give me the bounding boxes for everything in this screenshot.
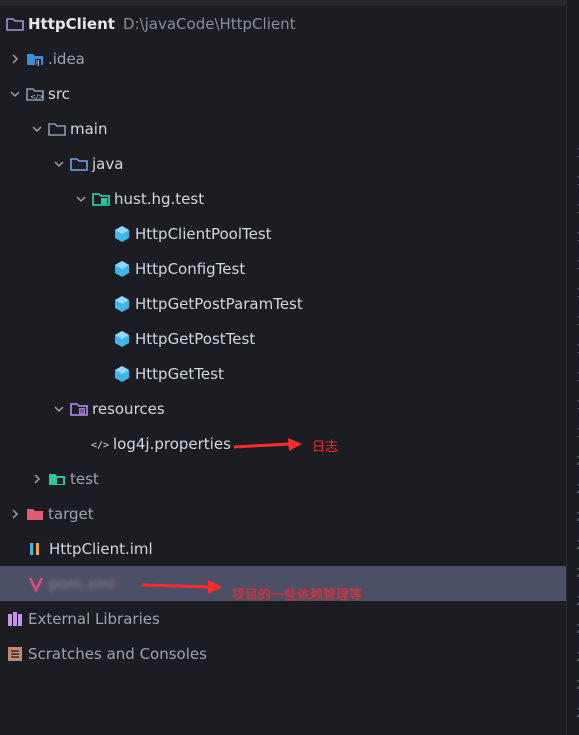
svg-text:</>: </> (30, 93, 44, 101)
chevron-down-icon[interactable] (30, 119, 44, 139)
tree-item-class[interactable]: HttpGetPostParamTest (0, 286, 566, 321)
annotation-label: 项目的一些依赖管理等 (232, 588, 363, 603)
annotation-label: 日志 (312, 440, 339, 455)
tree-label: pom.xml (49, 574, 115, 593)
tree-label: HttpConfigTest (135, 259, 246, 278)
tree-item-target[interactable]: target (0, 496, 566, 531)
iml-file-icon (27, 540, 45, 558)
tree-label: java (92, 154, 124, 173)
tree-label: External Libraries (28, 609, 160, 628)
chevron-right-icon[interactable] (8, 504, 22, 524)
annotation-arrow (233, 438, 302, 451)
tree-label: HttpClient.iml (49, 539, 153, 558)
project-folder-icon (6, 15, 24, 33)
tree-item-scratches[interactable]: Scratches and Consoles (0, 636, 566, 671)
tree-item-src[interactable]: </> src (0, 76, 566, 111)
folder-icon (48, 120, 66, 138)
tree-label: main (70, 119, 108, 138)
chevron-down-icon[interactable] (74, 189, 88, 209)
java-class-icon (113, 330, 131, 348)
svg-text:IJ: IJ (36, 59, 40, 66)
chevron-down-icon[interactable] (8, 84, 22, 104)
tree-label: log4j.properties (113, 434, 231, 453)
svg-text:</>: </> (91, 440, 109, 451)
tree-label: HttpGetTest (135, 364, 224, 383)
java-class-icon (113, 295, 131, 313)
annotation-arrow (141, 580, 222, 594)
tree-item-iml[interactable]: HttpClient.iml (0, 531, 566, 566)
tree-label: target (48, 504, 94, 523)
properties-file-icon: </> (91, 435, 109, 453)
idea-folder-icon: IJ (26, 50, 44, 68)
scratches-icon (6, 645, 24, 663)
maven-icon (27, 575, 45, 593)
java-source-folder-icon (70, 155, 88, 173)
source-folder-icon: </> (26, 85, 44, 103)
project-name: HttpClient (28, 14, 115, 33)
java-class-icon (113, 260, 131, 278)
library-icon (6, 610, 24, 628)
tree-item-main[interactable]: main (0, 111, 566, 146)
project-tool-window: HttpClient D:\javaCode\HttpClient IJ .id… (0, 0, 579, 735)
tree-label: .idea (48, 49, 85, 68)
tree-item-class[interactable]: HttpGetTest (0, 356, 566, 391)
chevron-right-icon[interactable] (8, 49, 22, 69)
tree-label: HttpGetPostParamTest (135, 294, 303, 313)
tree-label: Scratches and Consoles (28, 644, 207, 663)
tree-item-class[interactable]: HttpGetPostTest (0, 321, 566, 356)
package-icon (92, 190, 110, 208)
test-folder-icon (48, 470, 66, 488)
resources-folder-icon (70, 400, 88, 418)
tree-item-resources[interactable]: resources (0, 391, 566, 426)
tree-label: HttpGetPostTest (135, 329, 256, 348)
tree-item-project-root[interactable]: HttpClient D:\javaCode\HttpClient (0, 6, 566, 41)
tree-label: hust.hg.test (114, 189, 205, 208)
tree-item-class[interactable]: HttpConfigTest (0, 251, 566, 286)
java-class-icon (113, 225, 131, 243)
tree-item-test[interactable]: test (0, 461, 566, 496)
tree-item-java[interactable]: java (0, 146, 566, 181)
project-path: D:\javaCode\HttpClient (122, 14, 296, 33)
chevron-right-icon[interactable] (30, 469, 44, 489)
editor-gutter: 1 1 1 1 1 1 1 1 1 1 1 2 2 2 2 2 2 2 2 2 … (566, 0, 579, 735)
tree-item-external-libraries[interactable]: External Libraries (0, 601, 566, 636)
tree-label: HttpClientPoolTest (135, 224, 272, 243)
tree-label: resources (92, 399, 165, 418)
tree-label: src (48, 84, 70, 103)
excluded-folder-icon (26, 505, 44, 523)
java-class-icon (113, 365, 131, 383)
chevron-down-icon[interactable] (52, 399, 66, 419)
chevron-down-icon[interactable] (52, 154, 66, 174)
tree-label: test (70, 469, 99, 488)
tree-item-package[interactable]: hust.hg.test (0, 181, 566, 216)
tree-item-class[interactable]: HttpClientPoolTest (0, 216, 566, 251)
tree-item-idea[interactable]: IJ .idea (0, 41, 566, 76)
